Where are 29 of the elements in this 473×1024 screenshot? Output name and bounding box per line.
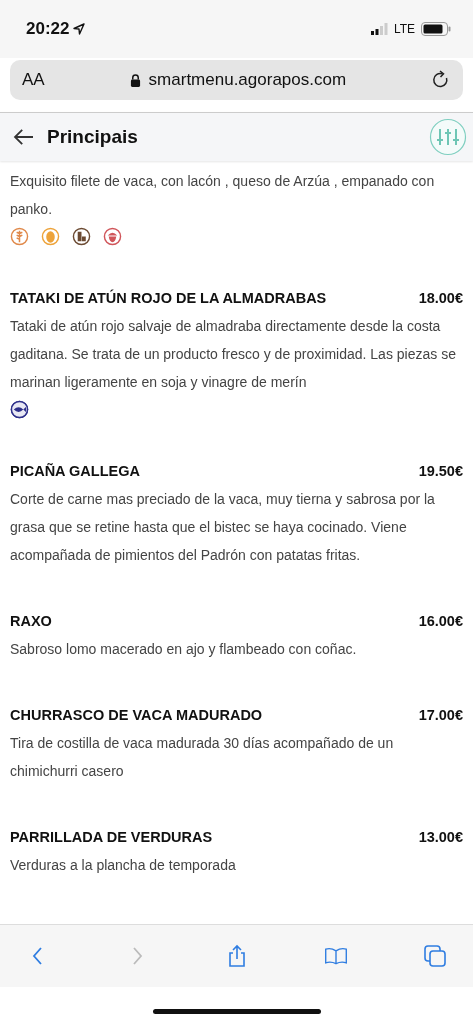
address-bar[interactable]: AA smartmenu.agorapos.com xyxy=(10,60,463,100)
dish-price: 16.00€ xyxy=(418,613,463,629)
url-text: smartmenu.agorapos.com xyxy=(148,70,347,90)
dish-name: RAXO xyxy=(10,613,52,629)
dish-price: 17.00€ xyxy=(418,707,463,723)
location-arrow-icon xyxy=(73,23,86,35)
network-label: LTE xyxy=(393,22,415,36)
dish-name: TATAKI DE ATÚN ROJO DE LA ALMADRABAS xyxy=(10,290,327,306)
back-arrow-icon[interactable] xyxy=(13,128,35,146)
dish-description: Verduras a la plancha de temporada xyxy=(10,856,237,875)
status-time: 20:22 xyxy=(26,19,70,39)
dish-price: 13.00€ xyxy=(418,829,463,845)
filter-icon[interactable] xyxy=(429,118,467,156)
dish-name: PARRILLADA DE VERDURAS xyxy=(10,829,213,845)
dish-description: Sabroso lomo macerado en ajo y flambeado con coñac. xyxy=(10,640,358,659)
dish-description: Tataki de atún rojo salvaje de almadraba directamente desde la costa gaditana. Se trata de un producto fresco y de proximidad. Las piezas se marinan ligeramente en soja y vinagre de merín xyxy=(10,317,457,392)
signal-icon xyxy=(370,23,389,35)
lock-icon xyxy=(129,73,141,87)
dish-description: Tira de costilla de vaca madurada 30 días acompañado de un chimichurri casero xyxy=(10,734,395,781)
dish-description: Exquisito filete de vaca, con lacón , queso de Arzúa , empanado con panko. xyxy=(10,172,436,219)
text-size-button[interactable]: AA xyxy=(22,70,45,90)
dish-price: 19.50€ xyxy=(418,463,463,479)
tabs-icon[interactable] xyxy=(423,944,447,968)
dish-price: 18.00€ xyxy=(418,290,463,306)
dish-name: PICAÑA GALLEGA xyxy=(10,463,140,479)
battery-icon xyxy=(421,22,451,36)
dish-name: CHURRASCO DE VACA MADURADO xyxy=(10,707,263,723)
dish-description: Corte de carne mas preciado de la vaca, muy tierna y sabrosa por la grasa que se retine hasta que el bistec se haya cocinado. Viene acompañada de pimientos del Padrón con patatas fritas. xyxy=(10,490,436,565)
page-title: Principais xyxy=(47,126,138,148)
